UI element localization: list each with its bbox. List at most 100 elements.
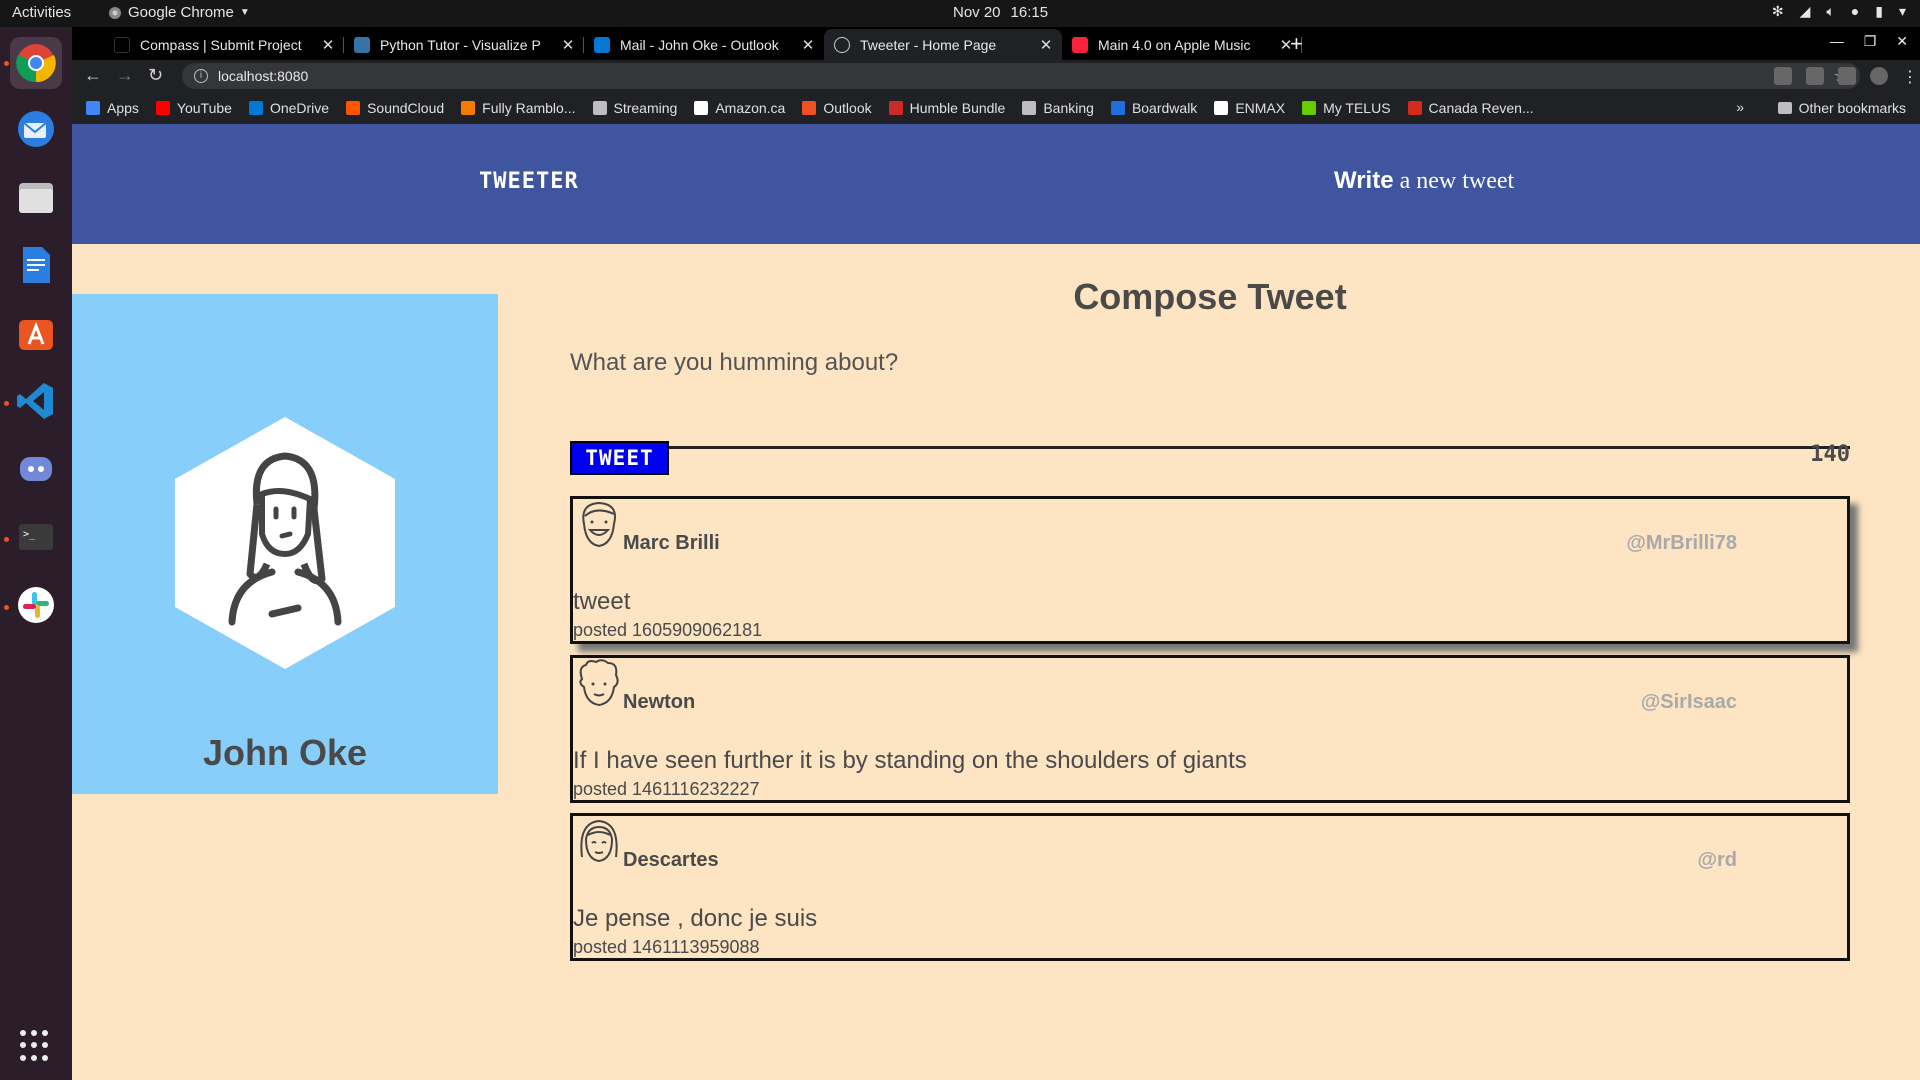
- bookmark-icon: [248, 101, 263, 115]
- show-applications-icon[interactable]: [20, 1030, 52, 1062]
- bookmark-item[interactable]: YouTube: [155, 100, 232, 116]
- running-indicator: [4, 537, 9, 542]
- extension-icon[interactable]: [1806, 67, 1824, 85]
- close-tab-icon[interactable]: ✕: [800, 36, 816, 54]
- globe-icon: [834, 36, 850, 53]
- kebab-menu-icon[interactable]: ⋮: [1902, 67, 1918, 86]
- activities-button[interactable]: Activities: [12, 4, 71, 21]
- tweet-button[interactable]: TWEET: [570, 441, 669, 475]
- reload-icon[interactable]: ↻: [148, 65, 163, 86]
- address-url: localhost:8080: [218, 68, 309, 84]
- write-new-tweet-link[interactable]: Write a new tweet: [1334, 167, 1514, 195]
- bookmark-icon: [461, 101, 476, 115]
- bookmark-item[interactable]: Humble Bundle: [888, 100, 1005, 116]
- new-tab-icon[interactable]: +: [1290, 31, 1303, 57]
- bookmark-item[interactable]: OneDrive: [248, 100, 330, 116]
- dock-chrome-icon[interactable]: [10, 37, 62, 89]
- window-controls: — ❐ ✕: [1830, 33, 1908, 50]
- minimize-icon[interactable]: —: [1830, 33, 1844, 50]
- clock[interactable]: Nov 20 16:15: [953, 4, 1048, 21]
- tweet-textarea[interactable]: [570, 349, 1850, 449]
- back-arrow-icon[interactable]: ←: [84, 65, 102, 86]
- bookmark-icon: [888, 101, 903, 115]
- bookmark-item[interactable]: Outlook: [802, 100, 872, 116]
- tweet-text: tweet: [573, 588, 631, 615]
- terminal-icon: >_: [19, 524, 53, 550]
- browser-window: Compass | Submit Project ✕ Python Tutor …: [72, 27, 1920, 1080]
- slack-tray-icon[interactable]: ✻: [1772, 3, 1784, 20]
- battery-icon[interactable]: ▮: [1875, 3, 1883, 20]
- bookmark-label: My TELUS: [1323, 100, 1391, 116]
- tweet-timestamp: posted 1605909062181: [573, 620, 763, 640]
- volume-icon[interactable]: 🔈︎: [1826, 3, 1834, 20]
- bookmark-label: Fully Ramblo...: [482, 100, 576, 116]
- bookmark-item[interactable]: ENMAX: [1214, 100, 1285, 116]
- profile-avatar-icon[interactable]: [1870, 67, 1888, 85]
- dock-files-icon[interactable]: [10, 171, 62, 223]
- tweet-author-name: Descartes: [623, 849, 719, 871]
- tab-compass[interactable]: Compass | Submit Project ✕: [104, 29, 344, 60]
- bookmark-label: OneDrive: [269, 100, 330, 116]
- bookmark-item[interactable]: Fully Ramblo...: [461, 100, 576, 116]
- dock-terminal-icon[interactable]: >_: [10, 511, 62, 563]
- bookmark-icon: [1022, 101, 1037, 115]
- bookmark-item[interactable]: Canada Reven...: [1407, 100, 1534, 116]
- wifi-icon[interactable]: ◢: [1800, 3, 1811, 20]
- close-window-icon[interactable]: ✕: [1896, 33, 1908, 50]
- dock-discord-icon[interactable]: [10, 443, 62, 495]
- dock-thunderbird-icon[interactable]: [10, 103, 62, 155]
- bookmark-item[interactable]: SoundCloud: [346, 100, 444, 116]
- address-bar[interactable]: i localhost:8080 ☆: [182, 63, 1860, 89]
- other-bookmarks[interactable]: Other bookmarks: [1777, 100, 1906, 116]
- tab-title: Mail - John Oke - Outlook: [620, 36, 779, 53]
- tweet-author-handle: @SirIsaac: [1640, 691, 1737, 713]
- clock-time: 16:15: [1010, 4, 1049, 21]
- tab-apple-music[interactable]: Main 4.0 on Apple Music ✕: [1062, 29, 1302, 60]
- bookmark-label: Canada Reven...: [1428, 100, 1534, 116]
- close-tab-icon[interactable]: ✕: [1038, 36, 1054, 54]
- bookmark-item[interactable]: My TELUS: [1302, 100, 1391, 116]
- dock-slack-icon[interactable]: [10, 579, 62, 631]
- more-bookmarks-chevron-icon[interactable]: »: [1736, 99, 1744, 115]
- app-menu-label: Google Chrome: [128, 4, 234, 21]
- system-menu-icon[interactable]: ▾: [1899, 3, 1906, 20]
- close-tab-icon[interactable]: ✕: [560, 36, 576, 54]
- brand-logo[interactable]: TWEETER: [479, 169, 579, 194]
- restore-icon[interactable]: ❐: [1864, 33, 1877, 50]
- bookmarks-bar: Apps YouTube OneDrive SoundCloud Fully Rambl…: [72, 92, 1920, 124]
- tab-title: Python Tutor - Visualize P: [380, 36, 541, 53]
- puzzle-extensions-icon[interactable]: [1838, 67, 1856, 85]
- tweet-timestamp: posted 1461113959088: [573, 937, 760, 957]
- bookmark-item[interactable]: Banking: [1022, 100, 1094, 116]
- tab-python-tutor[interactable]: Python Tutor - Visualize P ✕: [344, 29, 584, 60]
- files-icon: [19, 183, 53, 213]
- app-menu[interactable]: Google Chrome ▼: [108, 4, 250, 21]
- char-counter: 140: [1810, 442, 1850, 467]
- dock-software-icon[interactable]: [10, 307, 62, 359]
- chrome-small-icon: [109, 6, 121, 19]
- dock-writer-icon[interactable]: [10, 239, 62, 291]
- tab-outlook[interactable]: Mail - John Oke - Outlook ✕: [584, 29, 824, 60]
- tab-tweeter[interactable]: Tweeter - Home Page ✕: [824, 29, 1062, 60]
- bookmark-icon: [155, 101, 170, 115]
- bookmark-item[interactable]: Amazon.ca: [694, 100, 785, 116]
- extension-icon[interactable]: [1774, 67, 1792, 85]
- dock-vscode-icon[interactable]: [10, 375, 62, 427]
- woman-avatar-icon: [175, 417, 395, 669]
- system-top-bar: Activities Google Chrome ▼ Nov 20 16:15 …: [0, 0, 1920, 27]
- bookmark-label: Outlook: [823, 100, 872, 116]
- system-tray[interactable]: ✻ ◢ 🔈︎ ● ▮ ▾: [1772, 3, 1906, 20]
- running-indicator: [4, 605, 9, 610]
- site-info-icon[interactable]: i: [194, 69, 208, 83]
- tweet-author-handle: @MrBrilli78: [1626, 532, 1737, 554]
- bookmark-item[interactable]: Apps: [86, 100, 139, 116]
- bookmark-item[interactable]: Streaming: [592, 100, 677, 116]
- bookmark-item[interactable]: Boardwalk: [1110, 100, 1197, 116]
- tab-title: Compass | Submit Project: [140, 36, 302, 53]
- outlook-icon: [594, 36, 610, 53]
- forward-arrow-icon[interactable]: →: [116, 65, 134, 86]
- close-tab-icon[interactable]: ✕: [320, 36, 336, 54]
- microphone-icon[interactable]: ●: [1851, 3, 1859, 20]
- bookmark-icon: [1214, 101, 1229, 115]
- bookmark-label: ENMAX: [1235, 100, 1286, 116]
